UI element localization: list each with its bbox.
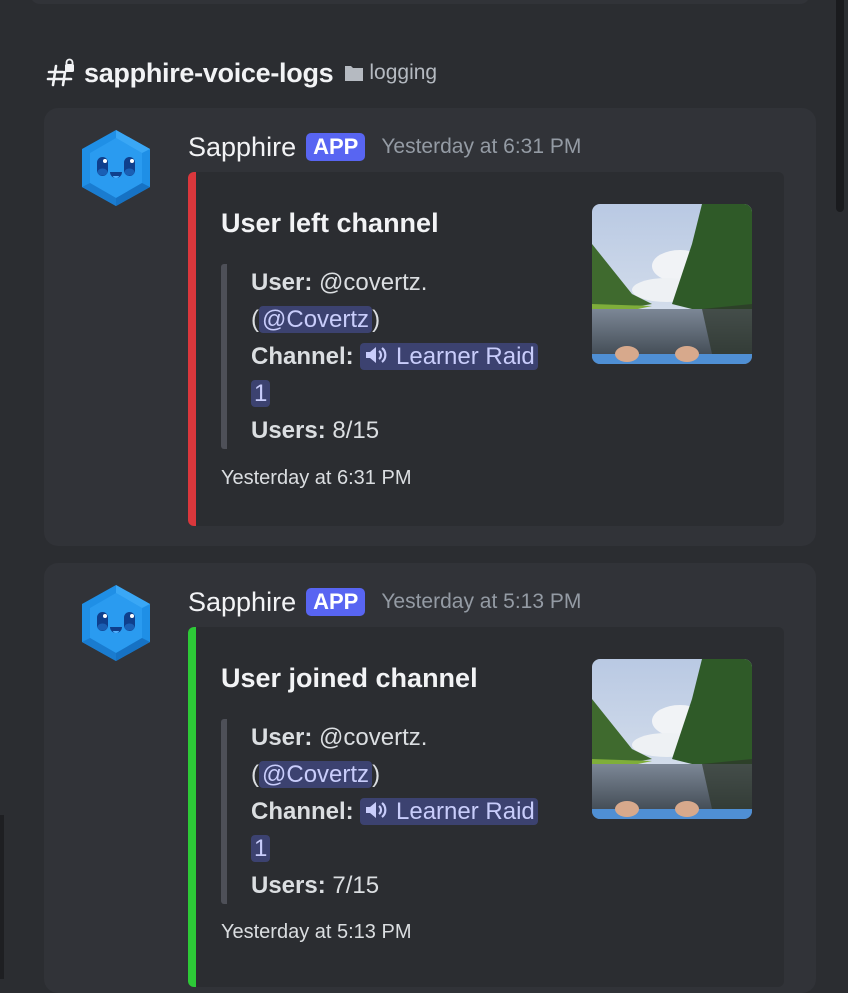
embed-footer-timestamp: Yesterday at 5:13 PM: [221, 921, 412, 943]
speaker-icon: [366, 347, 387, 363]
sapphire-avatar[interactable]: [80, 128, 152, 208]
users-count: 7/15: [332, 872, 380, 899]
users-label: Users:: [251, 417, 326, 444]
embed: User joined channel User: @covertz. (@Co…: [188, 627, 784, 987]
channel-name[interactable]: sapphire-voice-logs: [84, 58, 334, 89]
user-value: @covertz.: [319, 724, 428, 751]
paren-close: ): [372, 761, 381, 788]
users-count: 8/15: [332, 417, 380, 444]
message: Sapphire APP Yesterday at 5:13 PM User j…: [44, 563, 816, 993]
author-name[interactable]: Sapphire: [188, 587, 296, 618]
message-timestamp[interactable]: Yesterday at 5:13 PM: [381, 590, 581, 614]
channel-label: Channel:: [251, 798, 354, 825]
embed-title: User joined channel: [221, 663, 478, 693]
users-label: Users:: [251, 872, 326, 899]
author-name[interactable]: Sapphire: [188, 132, 296, 163]
paren-open: (: [251, 306, 259, 333]
embed-title: User left channel: [221, 208, 439, 238]
folder-icon: [345, 66, 364, 81]
message-header: Sapphire APP Yesterday at 5:13 PM: [188, 585, 581, 619]
previous-message-card: [30, 0, 810, 4]
sapphire-avatar[interactable]: [80, 583, 152, 663]
scrollbar-thumb[interactable]: [836, 0, 844, 212]
embed: User left channel User: @covertz. (@Cove…: [188, 172, 784, 526]
paren-close: ): [372, 306, 381, 333]
user-mention[interactable]: @Covertz: [259, 306, 373, 333]
embed-thumbnail[interactable]: [592, 659, 752, 819]
embed-quote: User: @covertz. (@Covertz) Channel: Lear…: [221, 719, 541, 904]
locked-hash-icon: [46, 58, 74, 87]
category-name[interactable]: logging: [369, 61, 437, 85]
channel-header: sapphire-voice-logs logging: [46, 56, 437, 90]
embed-quote: User: @covertz. (@Covertz) Channel: Lear…: [221, 264, 541, 449]
embed-thumbnail[interactable]: [592, 204, 752, 364]
left-panel-edge: [0, 815, 4, 979]
user-label: User:: [251, 269, 313, 296]
user-value: @covertz.: [319, 269, 428, 296]
app-badge: APP: [306, 588, 366, 616]
embed-color-bar: [188, 627, 196, 987]
embed-color-bar: [188, 172, 196, 526]
paren-open: (: [251, 761, 259, 788]
speaker-icon: [366, 802, 387, 818]
user-mention[interactable]: @Covertz: [259, 761, 373, 788]
message-header: Sapphire APP Yesterday at 6:31 PM: [188, 130, 581, 164]
app-badge: APP: [306, 133, 366, 161]
message: Sapphire APP Yesterday at 6:31 PM User l…: [44, 108, 816, 546]
embed-footer-timestamp: Yesterday at 6:31 PM: [221, 467, 412, 489]
message-timestamp[interactable]: Yesterday at 6:31 PM: [381, 135, 581, 159]
user-label: User:: [251, 724, 313, 751]
channel-label: Channel:: [251, 343, 354, 370]
